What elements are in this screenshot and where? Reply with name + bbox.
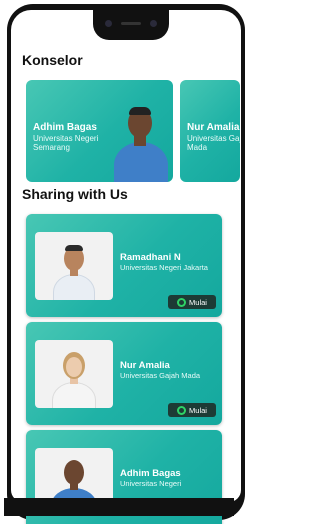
counselor-name: Adhim Bagas [33,122,97,133]
camera-notch [93,10,169,40]
whatsapp-icon [177,297,187,307]
counselor-card[interactable]: Nur Amalia Universitas Gajah Mada [180,80,240,182]
sharing-university: Universitas Negeri [120,479,182,488]
phone-bottom-bezel [4,498,234,516]
sharing-name: Adhim Bagas [120,468,181,479]
konselor-heading: Konselor [22,52,83,68]
sharing-heading: Sharing with Us [22,186,128,202]
counselor-university: Universitas Gajah Mada [187,134,240,152]
counselor-card[interactable]: Adhim Bagas Universitas Negeri Semarang [26,80,173,182]
mulai-button[interactable]: Mulai [168,403,216,417]
counselor-photo [110,94,170,182]
sharing-name: Ramadhani N [120,252,181,263]
sharing-university: Universitas Gajah Mada [120,371,201,380]
mulai-label: Mulai [189,297,207,307]
counselor-name: Nur Amalia [187,122,240,133]
counselor-photo [35,232,113,300]
mulai-label: Mulai [189,405,207,415]
whatsapp-icon [177,405,187,415]
counselor-photo [35,340,113,408]
sharing-card[interactable]: Nur Amalia Universitas Gajah Mada Mulai [26,322,222,425]
sharing-name: Nur Amalia [120,360,170,371]
sharing-university: Universitas Negeri Jakarta [120,263,208,272]
mulai-button[interactable]: Mulai [168,295,216,309]
counselor-university: Universitas Negeri Semarang [33,134,99,152]
sharing-card[interactable]: Ramadhani N Universitas Negeri Jakarta M… [26,214,222,317]
